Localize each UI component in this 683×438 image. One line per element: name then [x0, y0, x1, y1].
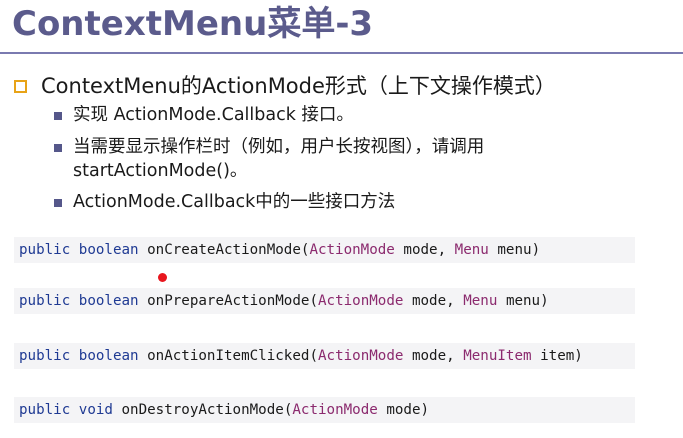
- code-method-name: onActionItemClicked: [147, 348, 310, 364]
- code-param-type: ActionMode: [309, 242, 395, 258]
- small-square-bullet-icon: [54, 112, 62, 120]
- code-keyword: public: [19, 293, 71, 309]
- code-param-name: menu: [497, 242, 532, 258]
- pointer-dot: [158, 273, 167, 282]
- code-line-destroy: public void onDestroyActionMode(ActionMo…: [14, 397, 635, 423]
- slide-title: ContextMenu菜单-3: [12, 4, 374, 44]
- sub-bullet-2-line2: startActionMode()。: [73, 161, 248, 181]
- code-param-type: ActionMode: [317, 293, 404, 309]
- small-square-bullet-icon: [54, 199, 62, 207]
- code-line-prepare: public boolean onPrepareActionMode(Actio…: [14, 288, 635, 314]
- code-keyword: public: [19, 402, 71, 418]
- sub-bullet-3-text: ActionMode.Callback中的一些接口方法: [73, 192, 396, 212]
- square-bullet-icon: [14, 79, 27, 93]
- code-return-type: boolean: [78, 242, 139, 258]
- code-param-type: MenuItem: [463, 348, 532, 364]
- code-return-type: boolean: [78, 293, 139, 309]
- main-bullet-text: ContextMenu的ActionMode形式（上下文操作模式）: [41, 74, 556, 98]
- code-param-name: mode: [403, 242, 438, 258]
- code-param-name: mode: [411, 293, 447, 309]
- title-divider: [0, 52, 683, 54]
- code-param-type: ActionMode: [317, 348, 404, 364]
- code-keyword: public: [19, 242, 71, 258]
- code-line-item-clicked: public boolean onActionItemClicked(Actio…: [14, 343, 635, 369]
- code-return-type: void: [78, 402, 113, 418]
- code-param-name: mode: [386, 402, 421, 418]
- sub-bullet-2: 当需要显示操作栏时（例如，用户长按视图），请调用 startActionMode…: [54, 135, 484, 183]
- sub-bullet-1-text: 实现 ActionMode.Callback 接口。: [73, 105, 354, 125]
- code-method-name: onDestroyActionMode: [121, 402, 284, 418]
- code-param-name: mode: [411, 348, 447, 364]
- sub-bullet-1: 实现 ActionMode.Callback 接口。: [54, 103, 354, 127]
- code-line-create: public boolean onCreateActionMode(Action…: [14, 237, 635, 263]
- main-bullet: ContextMenu的ActionMode形式（上下文操作模式）: [14, 70, 556, 100]
- code-method-name: onPrepareActionMode: [147, 293, 310, 309]
- code-param-type: Menu: [454, 242, 489, 258]
- code-param-name: item: [540, 348, 575, 364]
- code-param-type: ActionMode: [292, 402, 378, 418]
- code-method-name: onCreateActionMode: [147, 242, 301, 258]
- sub-bullet-2-text: 当需要显示操作栏时（例如，用户长按视图），请调用 startActionMode…: [73, 135, 484, 183]
- code-return-type: boolean: [78, 348, 139, 364]
- code-keyword: public: [19, 348, 71, 364]
- sub-bullet-3: ActionMode.Callback中的一些接口方法: [54, 190, 395, 214]
- code-param-name: menu: [505, 293, 541, 309]
- small-square-bullet-icon: [54, 144, 62, 152]
- sub-bullet-2-line1: 当需要显示操作栏时（例如，用户长按视图），请调用: [73, 137, 485, 157]
- code-param-type: Menu: [463, 293, 498, 309]
